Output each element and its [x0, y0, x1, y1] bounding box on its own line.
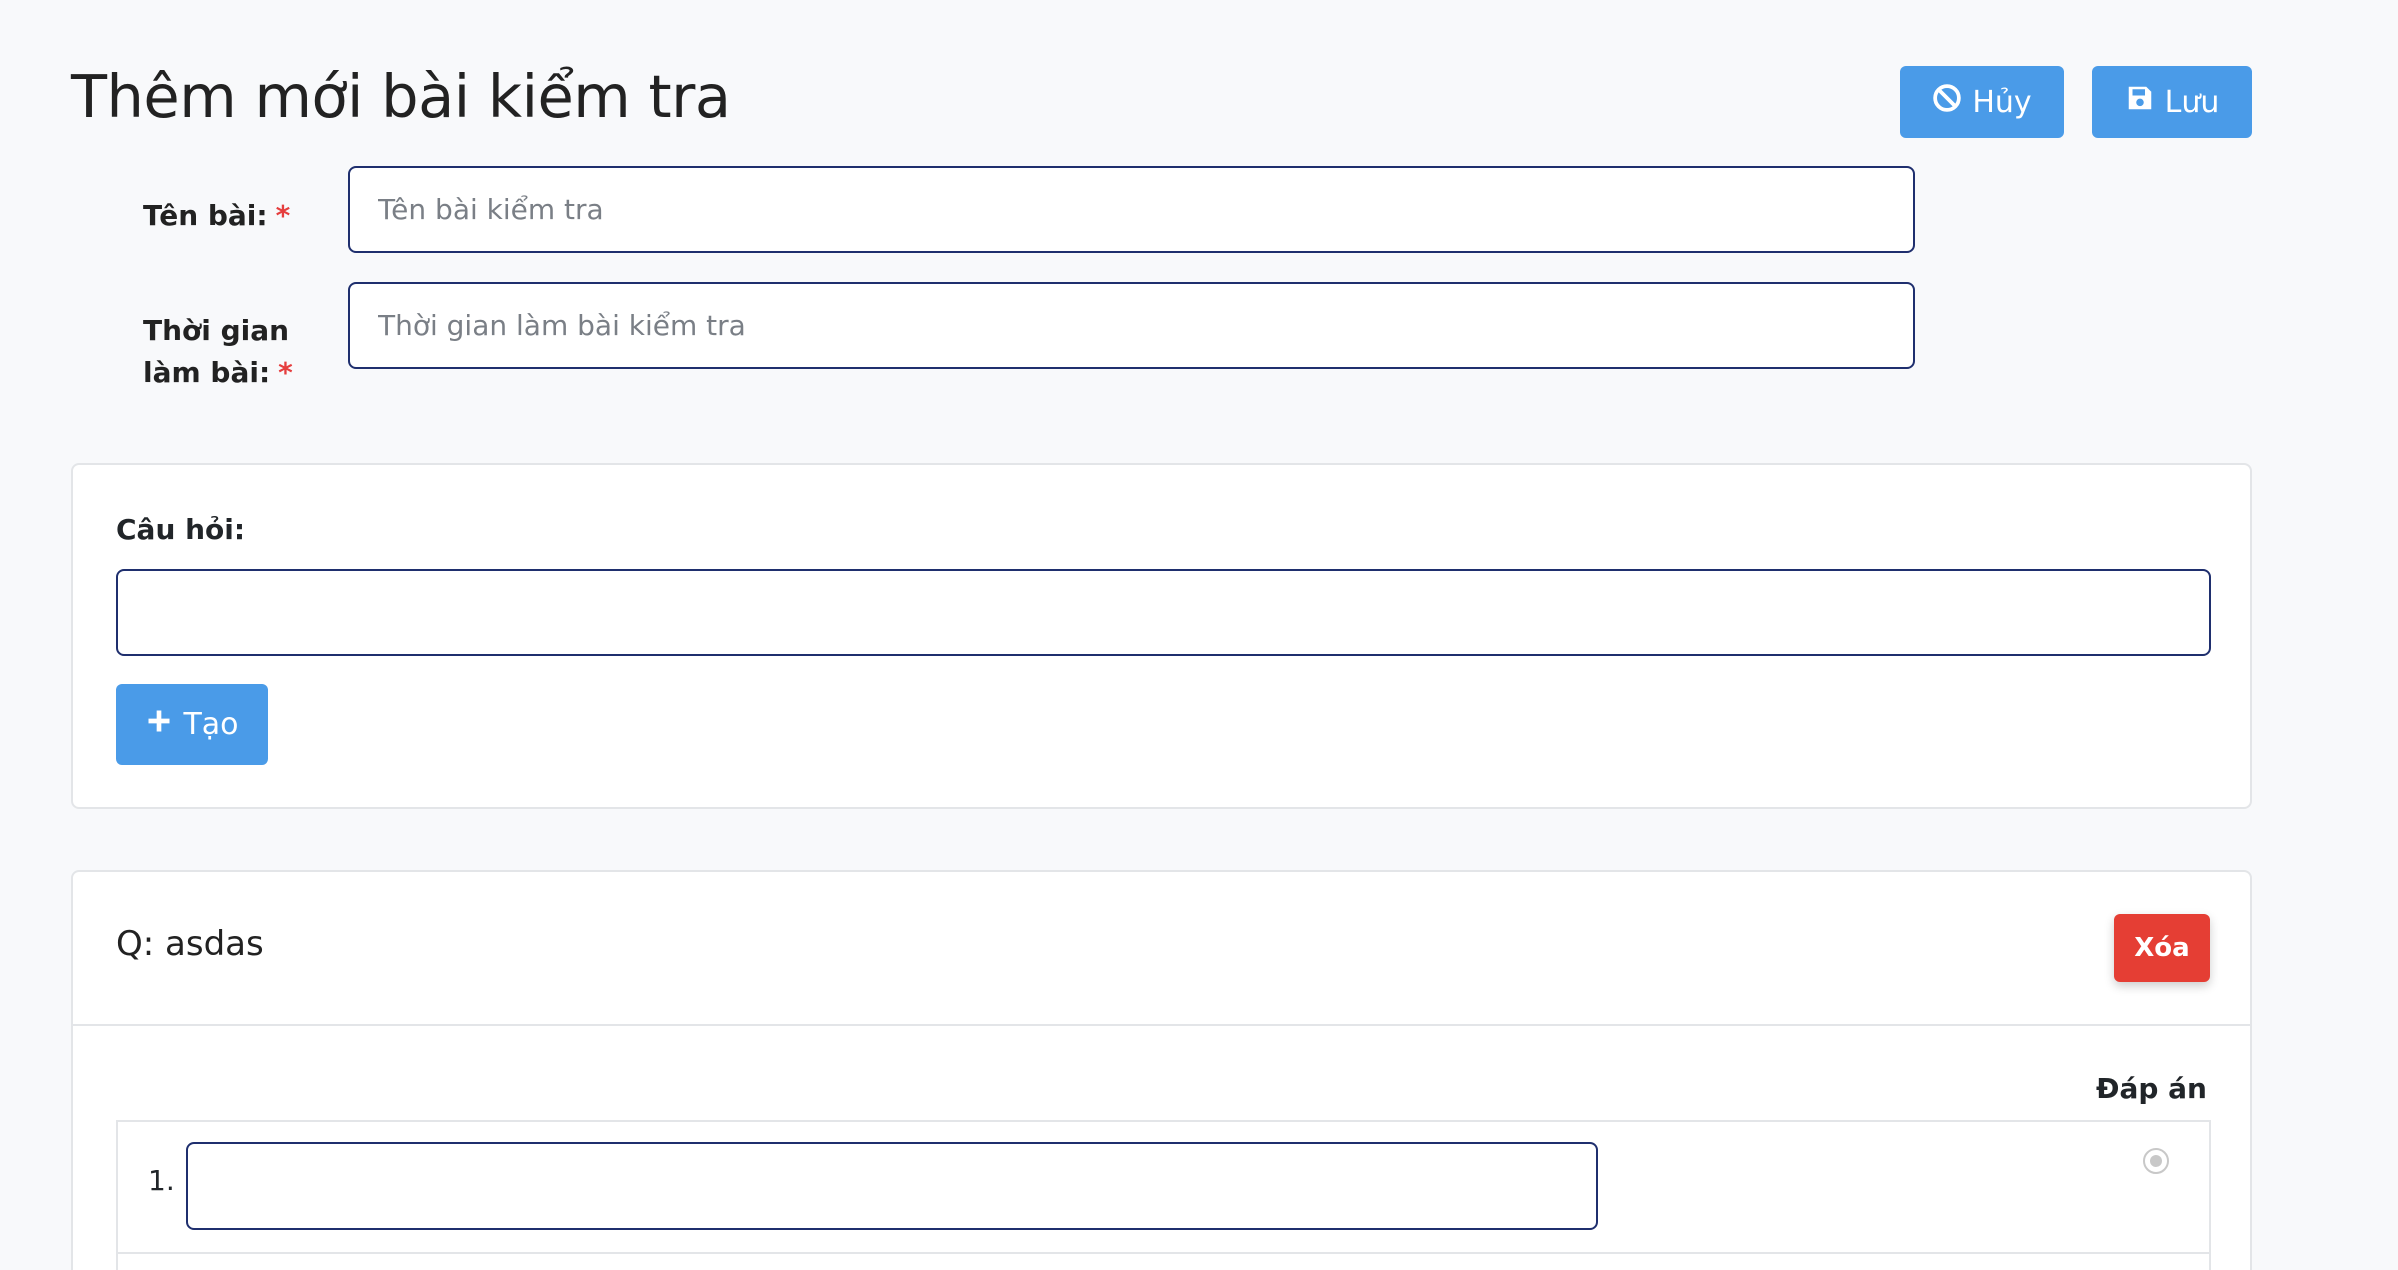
question-label: Câu hỏi: [116, 513, 246, 546]
answer-input[interactable] [186, 1142, 1598, 1230]
answer-list: 1. [116, 1120, 2211, 1270]
answer-number: 1. [148, 1164, 175, 1197]
time-label-line1: Thời gian [143, 314, 290, 347]
question-title: Q: asdas [116, 924, 264, 964]
time-label-line2: làm bài: [143, 356, 271, 389]
name-label-text: Tên bài: [143, 199, 268, 232]
ban-icon [1932, 83, 1962, 121]
cancel-button-label: Hủy [1972, 84, 2032, 120]
page-title: Thêm mới bài kiểm tra [71, 62, 731, 131]
question-card: Q: asdas Xóa Đáp án 1. [71, 870, 2252, 1270]
create-question-label: Tạo [183, 707, 239, 742]
answer-row-divider [118, 1252, 2209, 1254]
plus-icon [145, 707, 173, 743]
required-mark: * [278, 356, 293, 389]
save-button[interactable]: Lưu [2092, 66, 2252, 138]
correct-answer-radio[interactable] [2143, 1148, 2169, 1174]
time-label: Thời gian làm bài: * [143, 310, 293, 394]
duration-input[interactable] [348, 282, 1915, 369]
card-divider [73, 1024, 2250, 1026]
cancel-button[interactable]: Hủy [1900, 66, 2064, 138]
required-mark: * [275, 199, 291, 232]
page: Thêm mới bài kiểm tra Hủy Lưu Tên bài: * … [0, 0, 2398, 1270]
name-label: Tên bài: * [143, 195, 290, 237]
delete-question-button[interactable]: Xóa [2114, 914, 2210, 982]
test-name-input[interactable] [348, 166, 1915, 253]
save-icon [2125, 83, 2155, 121]
question-creator-card: Câu hỏi: Tạo [71, 463, 2252, 809]
create-question-button[interactable]: Tạo [116, 684, 268, 765]
question-input[interactable] [116, 569, 2211, 656]
answer-header: Đáp án [2096, 1072, 2207, 1105]
save-button-label: Lưu [2164, 84, 2220, 120]
